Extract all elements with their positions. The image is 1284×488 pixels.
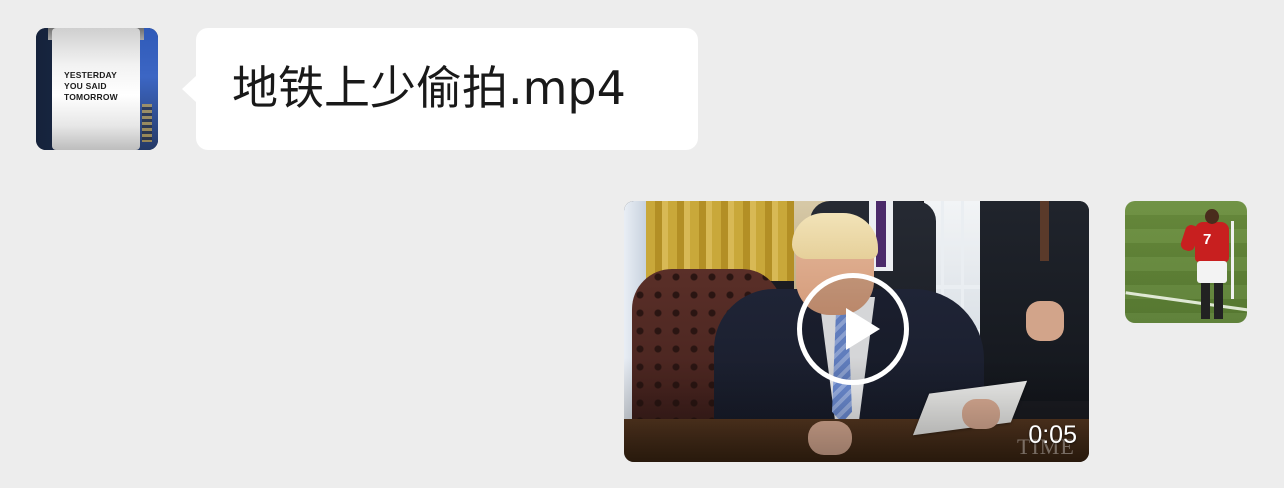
own-avatar[interactable]: 7 <box>1125 201 1247 323</box>
player-legs <box>1201 283 1223 319</box>
video-message[interactable]: TIME 0:05 <box>624 201 1089 462</box>
avatar-pitch <box>1125 201 1247 323</box>
message-text: 地铁上少偷拍.mp4 <box>232 61 626 115</box>
jersey-number: 7 <box>1203 231 1212 248</box>
play-button[interactable] <box>797 273 909 385</box>
billboard-text-line: TOMORROW <box>64 92 118 102</box>
incoming-message-bubble[interactable]: 地铁上少偷拍.mp4 <box>182 28 698 150</box>
billboard-lights <box>142 104 152 142</box>
billboard-text: YESTERDAY YOU SAID TOMORROW <box>64 70 118 103</box>
play-icon <box>846 308 880 350</box>
player-shorts <box>1197 261 1227 283</box>
corner-flag <box>1231 221 1234 299</box>
billboard-text-line: YOU SAID <box>64 81 107 91</box>
billboard-text-line: YESTERDAY <box>64 70 117 80</box>
sender-avatar[interactable]: YESTERDAY YOU SAID TOMORROW <box>36 28 158 150</box>
player-head <box>1205 209 1219 224</box>
video-duration: 0:05 <box>1028 421 1077 449</box>
player-jersey <box>1195 222 1229 262</box>
